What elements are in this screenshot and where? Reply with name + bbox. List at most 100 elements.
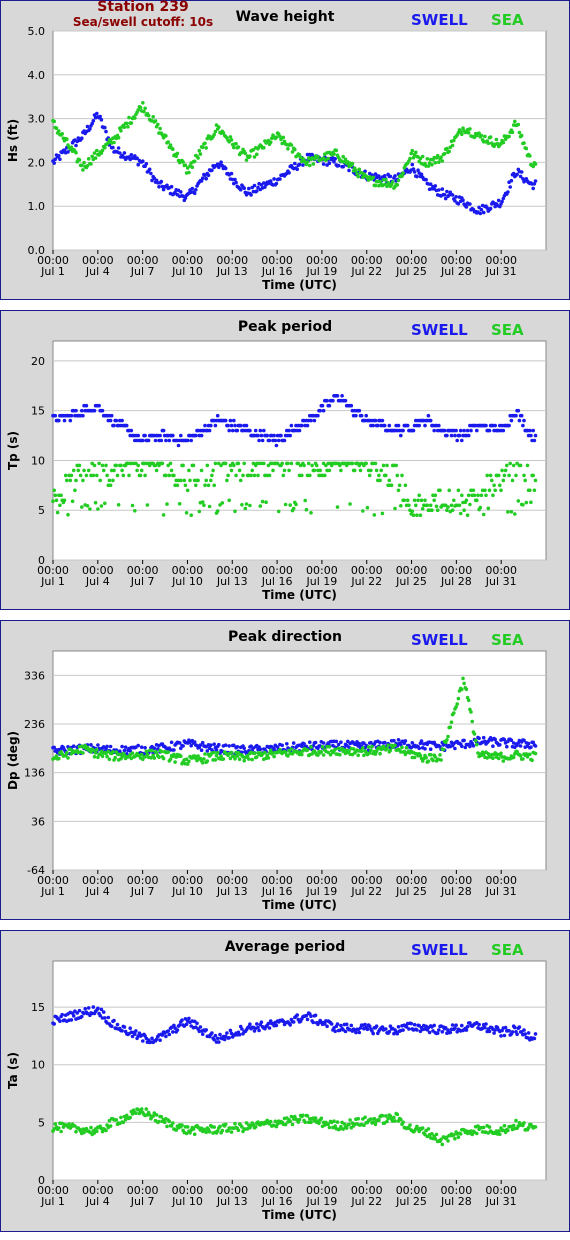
data-point — [428, 503, 433, 508]
y-axis-label: Hs (ft) — [6, 119, 20, 162]
data-point — [138, 473, 143, 478]
data-point — [119, 1115, 123, 1120]
data-point — [486, 141, 491, 146]
data-point — [529, 745, 533, 749]
data-point — [393, 174, 397, 178]
x-tick-label: Jul 16 — [261, 575, 293, 588]
data-point — [146, 113, 151, 118]
data-point — [139, 468, 144, 473]
data-point — [238, 187, 243, 192]
data-point — [333, 747, 338, 752]
data-point — [327, 403, 332, 408]
data-point — [89, 162, 93, 166]
data-point — [505, 744, 509, 749]
data-point — [86, 468, 91, 473]
data-point — [97, 461, 101, 466]
data-point — [113, 755, 117, 760]
data-point — [202, 757, 206, 761]
x-tick-label: Jul 25 — [395, 575, 427, 588]
data-point — [91, 473, 96, 478]
data-point — [403, 739, 408, 743]
x-tick-label: Jul 22 — [350, 575, 382, 588]
data-point — [282, 438, 287, 443]
data-point — [166, 140, 170, 144]
data-point — [114, 463, 119, 468]
data-point — [263, 750, 267, 755]
data-point — [505, 463, 509, 468]
data-point — [53, 493, 58, 498]
data-point — [502, 1033, 507, 1038]
data-point — [303, 498, 308, 503]
data-point — [181, 744, 185, 748]
data-point — [207, 428, 212, 433]
data-point — [437, 188, 441, 192]
data-point — [268, 179, 273, 183]
data-point — [74, 478, 78, 483]
data-point — [280, 743, 285, 748]
data-point — [479, 493, 484, 498]
data-point — [303, 1120, 308, 1125]
data-point — [289, 461, 294, 466]
data-point — [219, 160, 223, 164]
data-point — [172, 473, 176, 478]
data-point — [52, 119, 56, 124]
data-point — [484, 493, 488, 498]
data-point — [153, 438, 158, 443]
data-point — [481, 1125, 486, 1130]
data-point — [461, 676, 465, 681]
data-point — [288, 433, 293, 438]
data-point — [244, 502, 249, 506]
data-point — [400, 473, 404, 478]
data-point — [470, 719, 475, 724]
data-point — [377, 473, 381, 478]
data-point — [513, 119, 517, 124]
data-point — [409, 1021, 414, 1026]
data-point — [165, 502, 169, 506]
data-point — [68, 478, 73, 483]
data-point — [164, 134, 168, 138]
chart-title: Wave height — [236, 9, 335, 25]
data-point — [267, 473, 272, 478]
data-point — [223, 166, 228, 171]
data-point — [260, 499, 265, 504]
x-tick-label: Jul 7 — [130, 885, 155, 898]
data-point — [65, 751, 69, 755]
data-point — [93, 156, 98, 160]
data-point — [95, 747, 99, 752]
data-point — [179, 478, 183, 483]
data-point — [433, 493, 438, 498]
data-point — [157, 1119, 161, 1124]
data-point — [423, 423, 427, 428]
data-point — [319, 1116, 324, 1121]
data-point — [314, 463, 319, 468]
data-point — [293, 161, 297, 166]
data-point — [435, 508, 440, 512]
data-point — [80, 136, 84, 140]
chart-title: Peak direction — [228, 629, 342, 645]
data-point — [164, 438, 168, 443]
data-point — [276, 438, 281, 443]
data-point — [116, 146, 121, 150]
data-point — [492, 483, 496, 488]
data-point — [157, 755, 161, 759]
data-point — [262, 428, 266, 433]
data-point — [349, 403, 354, 408]
data-point — [452, 1133, 456, 1137]
data-point — [522, 1028, 526, 1032]
data-point — [287, 428, 291, 433]
data-point — [217, 742, 221, 747]
data-point — [499, 751, 503, 756]
data-point — [229, 138, 234, 142]
data-point — [450, 1023, 455, 1027]
data-point — [121, 473, 126, 478]
data-point — [229, 423, 234, 428]
x-tick-label: Jul 7 — [130, 265, 155, 278]
data-point — [115, 1022, 120, 1027]
data-point — [210, 1031, 214, 1035]
data-point — [51, 499, 55, 503]
data-point — [502, 737, 507, 742]
data-point — [462, 508, 466, 512]
data-point — [86, 1006, 91, 1010]
data-point — [515, 1032, 519, 1037]
data-point — [531, 473, 535, 478]
